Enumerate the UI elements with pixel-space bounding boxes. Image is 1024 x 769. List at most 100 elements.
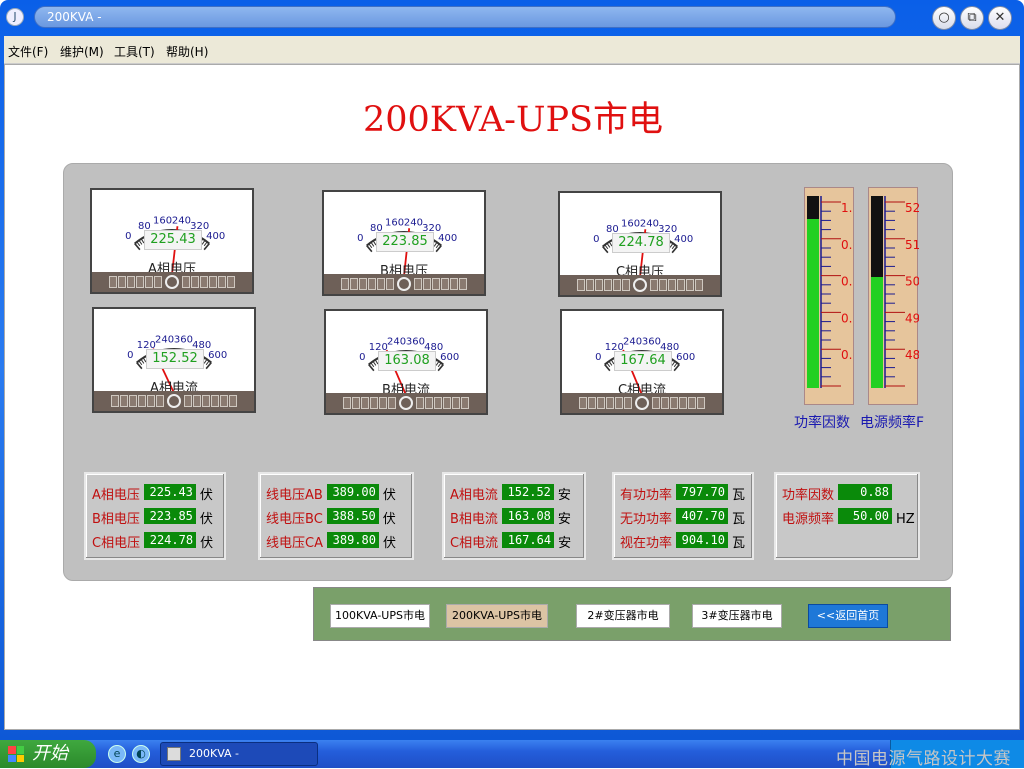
meter-value: 224.78 (612, 233, 670, 253)
meter-value: 225.43 (144, 230, 202, 250)
readout-value: 797.70 (676, 484, 728, 500)
restore-button[interactable]: ⧉ (960, 6, 984, 30)
meter-scale-label: 240 (155, 335, 174, 346)
meter-scale-label: 0 (595, 352, 601, 363)
meter-segment (425, 397, 433, 409)
gauge-fill (807, 219, 819, 388)
meter-segment (595, 279, 603, 291)
meter-tick (371, 242, 374, 246)
meter-scale-label: 0 (359, 352, 365, 363)
readout-unit: 瓦 (732, 488, 745, 503)
readout-label: 电源频率 (782, 508, 834, 527)
meter-segment (434, 397, 442, 409)
meter-scale-label: 600 (440, 352, 459, 363)
readout-label: B相电压 (92, 508, 140, 527)
meter-tick (139, 361, 142, 365)
meter-segment (686, 279, 694, 291)
start-button[interactable]: 开始 (0, 740, 96, 768)
meter-segment (659, 279, 667, 291)
meter-scale-label: 240 (640, 219, 659, 230)
meter-segment (613, 279, 621, 291)
meter-scale-label: 360 (406, 337, 425, 348)
meter-segment (156, 395, 164, 407)
media-icon[interactable]: ◐ (132, 745, 150, 763)
meter-segment (414, 278, 422, 290)
readout-label: C相电压 (92, 532, 140, 551)
meter-scale-label: 240 (404, 218, 423, 229)
meter-segment (615, 397, 623, 409)
readout-phase-voltage: A相电压225.43伏B相电压223.85伏C相电压224.78伏 (84, 472, 226, 560)
app-icon[interactable]: J (6, 8, 24, 26)
meter-segment (202, 395, 210, 407)
gauge-tick-label: 0. (841, 311, 852, 325)
meter-segment (368, 278, 376, 290)
readout-value: 388.50 (327, 508, 379, 524)
menu-tools[interactable]: 工具(T) (114, 43, 155, 60)
menu-maintain[interactable]: 维护(M) (60, 43, 104, 60)
ie-icon[interactable]: e (108, 745, 126, 763)
meter-segment (359, 278, 367, 290)
readout-label: 线电压AB (266, 484, 323, 503)
meter-c-current: 0120240360480600167.64C相电流 (560, 309, 724, 415)
meter-segment (450, 278, 458, 290)
meter-base (324, 274, 484, 294)
meter-tick (373, 361, 376, 365)
meter-tick (434, 242, 437, 246)
meter-segment (129, 395, 137, 407)
nav-100kva-ups[interactable]: 100KVA-UPS市电 (330, 604, 430, 628)
meter-tick (438, 363, 441, 367)
meter-segment (361, 397, 369, 409)
meter-segment (461, 397, 469, 409)
gauge-scale: 5251504948 (883, 188, 919, 406)
window-task-icon (167, 747, 181, 761)
readout-value: 224.78 (144, 532, 196, 548)
menu-file[interactable]: 文件(F) (8, 43, 48, 60)
readout-unit: 伏 (200, 536, 213, 551)
readout-value: 389.00 (327, 484, 379, 500)
title-bar[interactable]: J 200KVA - ○ ⧉ ✕ (0, 0, 1024, 36)
meter-scale-label: 0 (357, 233, 363, 244)
readout-value: 50.00 (838, 508, 892, 524)
meter-scale-label: 160 (153, 216, 172, 227)
meter-segment (452, 397, 460, 409)
taskbar-item[interactable]: 200KVA - (160, 742, 318, 766)
meter-segment (586, 279, 594, 291)
gauge-tick-label: 51 (905, 238, 919, 252)
meter-segment (209, 276, 217, 288)
readout-label: 线电压CA (266, 532, 323, 551)
meter-tick (436, 244, 439, 248)
minimize-button[interactable]: ○ (932, 6, 956, 30)
meter-segment (386, 278, 394, 290)
meter-tick (141, 359, 144, 363)
meter-scale-label: 360 (642, 337, 661, 348)
meter-b-voltage: 080160240320400223.85B相电压 (322, 190, 486, 296)
readout-unit: 伏 (383, 536, 396, 551)
meter-scale-label: 600 (208, 350, 227, 361)
gauge-tick-label: 0. (841, 238, 852, 252)
readout-unit: 安 (558, 512, 571, 527)
readout-label: 无功功率 (620, 508, 672, 527)
knob-icon (397, 277, 411, 291)
meter-tick (206, 361, 209, 365)
readout-row: 电源频率50.00 HZ (782, 508, 915, 526)
meter-segment (441, 278, 449, 290)
home-button[interactable]: <<返回首页 (808, 604, 888, 628)
knob-icon (165, 275, 179, 289)
knob-icon (399, 396, 413, 410)
readout-unit: HZ (896, 512, 915, 527)
meter-segment (379, 397, 387, 409)
gauge-tick-label: 52 (905, 201, 919, 215)
menu-help[interactable]: 帮助(H) (166, 43, 208, 60)
readout-unit: 安 (558, 488, 571, 503)
power-factor-label: 功率因数 (794, 412, 850, 432)
meter-segment (191, 276, 199, 288)
meter-base (562, 393, 722, 413)
nav-transformer-3[interactable]: 3#变压器市电 (692, 604, 782, 628)
meter-segment (588, 397, 596, 409)
close-button[interactable]: ✕ (988, 6, 1012, 30)
readout-value: 167.64 (502, 532, 554, 548)
meter-segment (579, 397, 587, 409)
nav-200kva-ups[interactable]: 200KVA-UPS市电 (446, 604, 548, 628)
readout-value: 225.43 (144, 484, 196, 500)
nav-transformer-2[interactable]: 2#变压器市电 (576, 604, 670, 628)
